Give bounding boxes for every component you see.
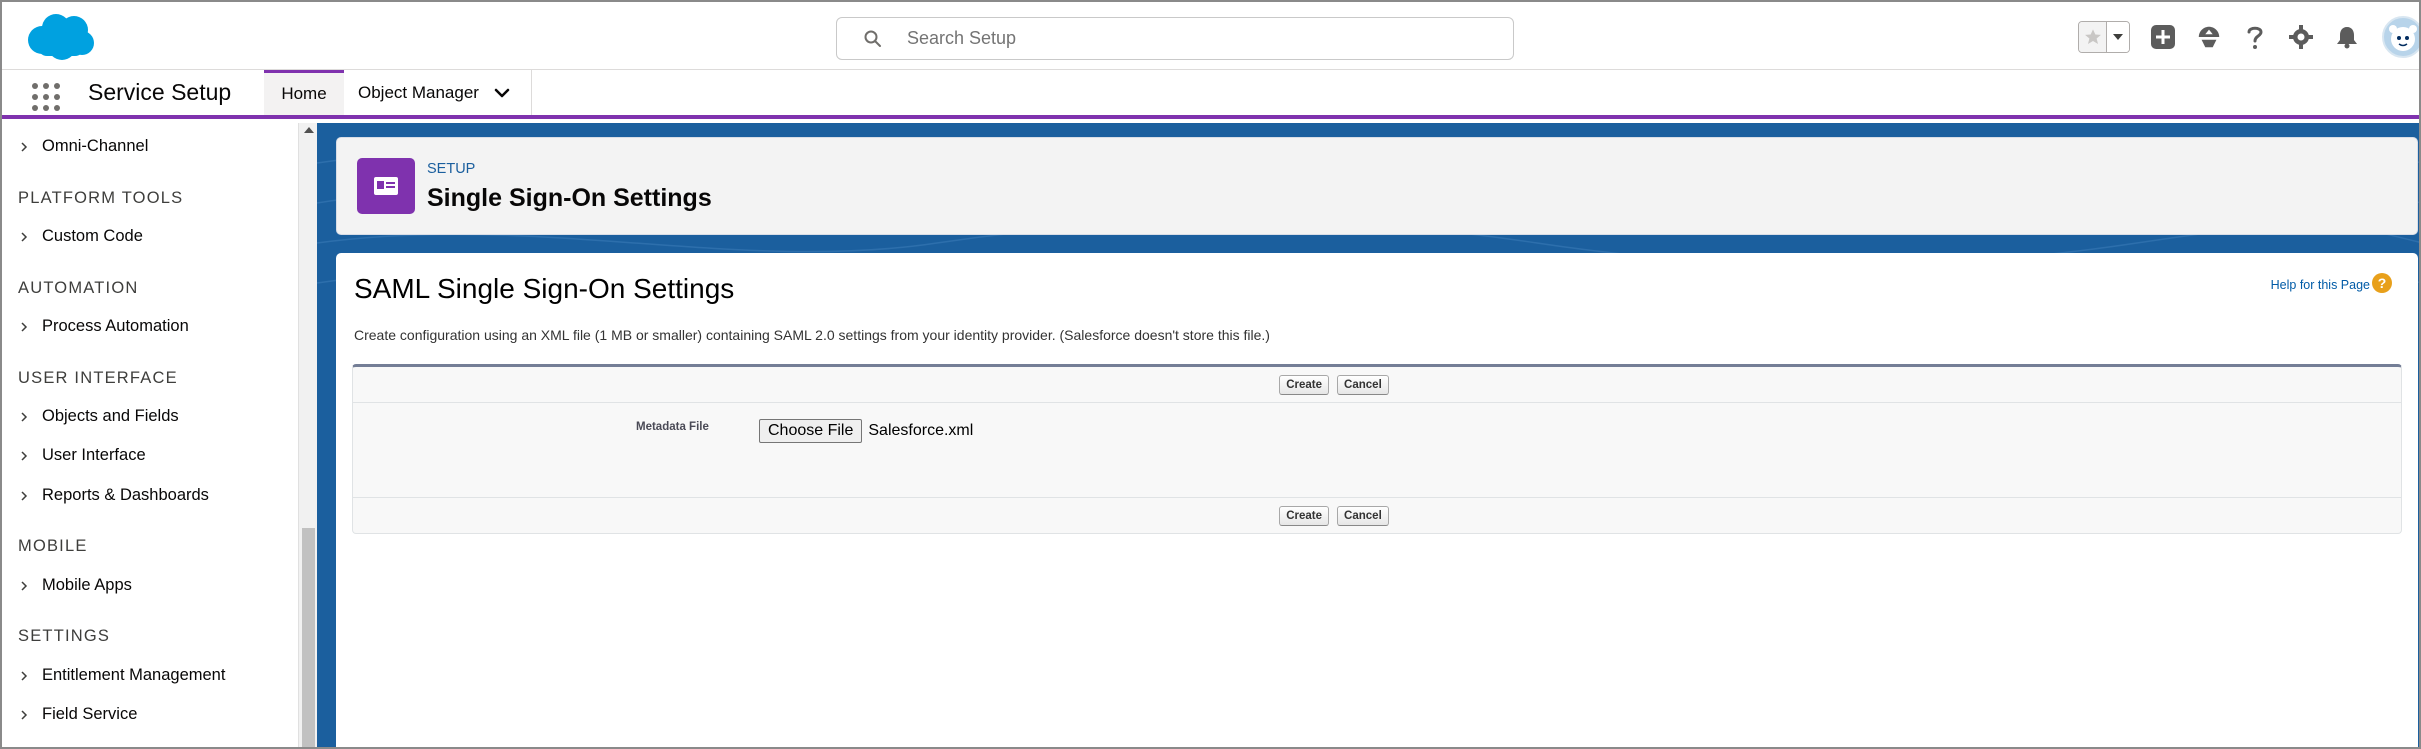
bottom-button-row: Create Cancel <box>353 497 2401 534</box>
section-title: SAML Single Sign-On Settings <box>354 273 735 304</box>
global-header: Search Setup <box>2 2 2419 70</box>
sidebar-item-reports-dashboards[interactable]: Reports & Dashboards <box>18 486 209 505</box>
trailhead-icon[interactable] <box>2196 24 2222 50</box>
page-block-form: Create Cancel Metadata File Choose File … <box>352 364 2402 534</box>
create-button-top[interactable]: Create <box>1279 374 1330 395</box>
chevron-right-icon <box>21 670 28 681</box>
help-question-icon[interactable]: ? <box>2372 273 2392 293</box>
sidebar-item-label: Process Automation <box>42 317 189 335</box>
create-button-bottom[interactable]: Create <box>1279 506 1330 526</box>
chevron-right-icon <box>21 580 28 591</box>
sidebar-item-label: Custom Code <box>42 227 143 245</box>
star-icon[interactable] <box>2079 22 2107 52</box>
sidebar-item-label: Objects and Fields <box>42 407 179 425</box>
choose-file-button[interactable]: Choose File <box>759 419 863 443</box>
app-name: Service Setup <box>88 79 232 105</box>
sidebar-item-label: User Interface <box>42 446 146 464</box>
notifications-bell-icon[interactable] <box>2334 24 2360 50</box>
content-panel: SAML Single Sign-On Settings Help for th… <box>336 253 2418 747</box>
sidebar-item-process-automation[interactable]: Process Automation <box>18 317 189 336</box>
sidebar-item-label: Entitlement Management <box>42 666 226 684</box>
help-icon[interactable] <box>2242 24 2268 50</box>
sidebar-item-field-service[interactable]: Field Service <box>18 705 137 724</box>
chevron-right-icon <box>21 450 28 461</box>
tab-object-manager-label: Object Manager <box>358 82 479 102</box>
salesforce-logo-icon[interactable] <box>22 10 98 62</box>
tab-object-manager[interactable]: Object Manager <box>344 70 532 115</box>
sidebar-item-custom-code[interactable]: Custom Code <box>18 227 143 246</box>
metadata-file-input[interactable]: Choose File Salesforce.xml <box>759 419 973 443</box>
search-icon <box>864 30 881 47</box>
top-button-row: Create Cancel <box>353 367 2401 403</box>
scrollbar-thumb[interactable] <box>302 528 315 747</box>
sidebar-item-mobile-apps[interactable]: Mobile Apps <box>18 576 132 595</box>
search-setup-input[interactable]: Search Setup <box>836 17 1514 60</box>
sidebar-item-label: Omni-Channel <box>42 137 149 155</box>
tab-home[interactable]: Home <box>264 70 344 115</box>
cancel-button-top[interactable]: Cancel <box>1337 374 1389 395</box>
page-title: Single Sign-On Settings <box>427 184 712 212</box>
sidebar-section-automation: AUTOMATION <box>18 279 139 297</box>
sidebar-item-label: Mobile Apps <box>42 576 132 594</box>
gear-icon[interactable] <box>2288 24 2314 50</box>
breadcrumb-setup[interactable]: SETUP <box>427 161 475 177</box>
search-placeholder: Search Setup <box>907 28 1017 48</box>
sidebar-scrollbar[interactable] <box>298 123 317 747</box>
sidebar-section-platform-tools: PLATFORM TOOLS <box>18 189 184 207</box>
sidebar-item-label: Reports & Dashboards <box>42 486 209 504</box>
sidebar-item-entitlement-management[interactable]: Entitlement Management <box>18 666 225 685</box>
chevron-right-icon <box>21 231 28 242</box>
sidebar-section-user-interface: USER INTERFACE <box>18 369 178 387</box>
cancel-button-bottom[interactable]: Cancel <box>1337 506 1389 526</box>
favorites-button[interactable] <box>2078 21 2130 53</box>
chosen-file-name: Salesforce.xml <box>868 422 974 439</box>
sidebar-item-user-interface[interactable]: User Interface <box>18 446 146 465</box>
setup-sidebar: Omni-Channel PLATFORM TOOLS Custom Code … <box>2 123 298 747</box>
scroll-up-arrow-icon[interactable] <box>304 127 314 133</box>
chevron-right-icon <box>21 141 28 152</box>
chevron-right-icon <box>21 709 28 720</box>
app-window: Search Setup Service Setup Home Object M… <box>0 0 2421 749</box>
chevron-right-icon <box>21 321 28 332</box>
identity-card-icon <box>357 158 415 214</box>
favorites-dropdown-icon[interactable] <box>2107 22 2129 52</box>
page-header-card: SETUP Single Sign-On Settings <box>336 137 2418 235</box>
metadata-file-label: Metadata File <box>636 421 709 433</box>
help-for-this-page-link[interactable]: Help for this Page <box>2271 278 2370 292</box>
app-launcher-icon[interactable] <box>32 83 60 111</box>
app-nav-bar: Service Setup Home Object Manager <box>2 70 2419 119</box>
sidebar-section-settings: SETTINGS <box>18 627 111 645</box>
sidebar-section-mobile: MOBILE <box>18 537 88 555</box>
sidebar-item-label: Field Service <box>42 705 138 723</box>
chevron-right-icon <box>21 490 28 501</box>
global-actions-icon[interactable] <box>2150 24 2176 50</box>
chevron-down-icon[interactable] <box>493 84 511 102</box>
header-actions <box>2078 16 2419 58</box>
user-avatar[interactable] <box>2382 16 2419 58</box>
tab-home-label: Home <box>281 84 327 103</box>
chevron-right-icon <box>21 411 28 422</box>
sidebar-item-objects-and-fields[interactable]: Objects and Fields <box>18 407 179 426</box>
sidebar-item-omni-channel[interactable]: Omni-Channel <box>18 137 148 156</box>
section-description: Create configuration using an XML file (… <box>354 327 1270 343</box>
